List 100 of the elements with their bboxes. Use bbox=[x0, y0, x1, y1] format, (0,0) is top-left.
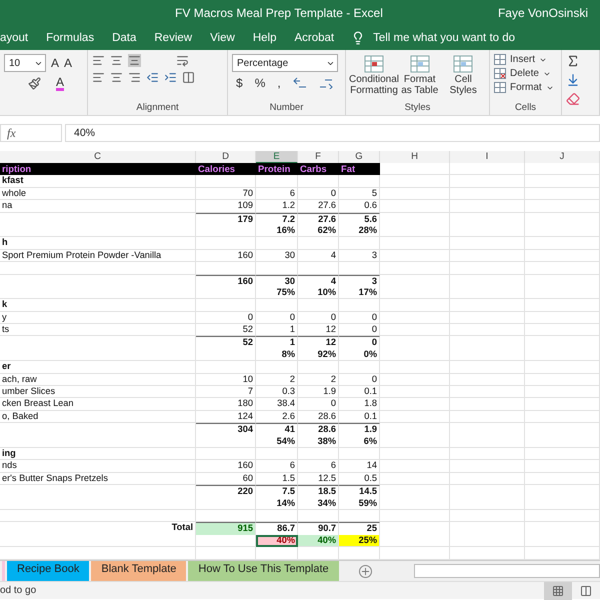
merge-cells-icon[interactable] bbox=[182, 71, 195, 84]
total-cell: 28.6 bbox=[298, 423, 339, 437]
number-format-button[interactable]: % bbox=[254, 76, 266, 90]
column-header-cell: ription bbox=[0, 163, 196, 176]
number-cell: 0 bbox=[298, 398, 339, 411]
cells-button[interactable]: Delete bbox=[494, 68, 557, 79]
menu-tab[interactable]: ayout bbox=[0, 32, 38, 44]
fill-color-icon[interactable] bbox=[28, 77, 41, 90]
total-cell: 220 bbox=[196, 485, 256, 499]
total-cell: 7.5 bbox=[256, 485, 298, 499]
number-cell: 3 bbox=[339, 250, 380, 262]
bottom-align-icon[interactable] bbox=[128, 54, 141, 67]
styles-button[interactable]: Cell Styles bbox=[442, 54, 485, 102]
number-cell: 0 bbox=[298, 312, 339, 324]
menu-tab[interactable]: Help bbox=[244, 32, 286, 44]
normal-view-button[interactable] bbox=[544, 582, 572, 600]
total-cell: 41 bbox=[256, 423, 298, 437]
menu-tab[interactable]: Review bbox=[145, 32, 202, 44]
table-icon bbox=[408, 54, 431, 74]
styles-button[interactable]: Format as Table bbox=[398, 54, 442, 102]
formula-input[interactable]: 40% bbox=[65, 124, 600, 142]
window-title: FV Macros Meal Prep Template - Excel bbox=[174, 6, 384, 20]
menu-tab[interactable]: View bbox=[201, 32, 244, 44]
sheet-tab[interactable]: Blank Template bbox=[91, 561, 186, 581]
number-cell: 2.6 bbox=[256, 410, 298, 424]
food-name-cell: o, Baked bbox=[0, 410, 196, 424]
number-format-button[interactable]: , bbox=[277, 76, 281, 90]
menu-tab[interactable]: Data bbox=[103, 32, 146, 44]
number-cell: 0 bbox=[256, 312, 298, 324]
percent-cell: 75% bbox=[256, 286, 298, 300]
food-name-cell: nds bbox=[0, 460, 196, 473]
number-cell: 5 bbox=[339, 188, 380, 200]
total-cell: 1 bbox=[256, 336, 298, 350]
percent-cell: 0% bbox=[339, 348, 380, 362]
column-letter[interactable]: E bbox=[256, 151, 298, 164]
total-cell: 18.5 bbox=[298, 485, 339, 499]
menu-tab[interactable]: Formulas bbox=[37, 32, 104, 44]
number-cell: 0.6 bbox=[339, 200, 380, 213]
cells-button[interactable]: Insert bbox=[494, 54, 557, 65]
percent-cell: 54% bbox=[256, 436, 298, 448]
number-cell: 38.4 bbox=[256, 398, 298, 411]
grand-percent-cell[interactable]: 25% bbox=[339, 534, 380, 548]
wrap-text-icon[interactable] bbox=[176, 54, 189, 67]
percent-cell: 14% bbox=[256, 498, 298, 510]
percent-cell: 16% bbox=[256, 224, 298, 238]
font-size-dropdown[interactable]: 10 bbox=[4, 54, 46, 72]
group-label: Alignment bbox=[135, 102, 180, 115]
food-name-cell: Sport Premium Protein Powder -Vanilla bbox=[0, 250, 196, 262]
number-format-dropdown[interactable]: Percentage bbox=[232, 54, 338, 72]
decrease-indent-icon[interactable] bbox=[146, 71, 159, 84]
styles-button[interactable]: Conditional Formatting bbox=[350, 54, 398, 102]
increase-indent-icon[interactable] bbox=[164, 71, 177, 84]
grid-icon bbox=[494, 82, 506, 93]
total-cell: 7.2 bbox=[256, 212, 298, 226]
number-cell: 1.8 bbox=[339, 398, 380, 411]
number-cell: 180 bbox=[196, 398, 256, 411]
grow-font-button[interactable]: A bbox=[51, 57, 60, 69]
food-name-cell: whole bbox=[0, 188, 196, 200]
top-align-icon[interactable] bbox=[92, 54, 105, 67]
number-cell: 109 bbox=[196, 200, 256, 213]
shrink-font-button[interactable]: A bbox=[64, 57, 72, 69]
eraser-icon[interactable] bbox=[566, 92, 580, 106]
autosum-icon[interactable] bbox=[566, 54, 580, 68]
number-format-button[interactable]: $ bbox=[236, 76, 243, 90]
menu-tab[interactable]: Acrobat bbox=[285, 32, 344, 44]
sheet-tab[interactable]: How To Use This Template bbox=[188, 561, 339, 581]
add-sheet-icon[interactable] bbox=[358, 564, 372, 578]
font-color-button[interactable]: A bbox=[56, 76, 64, 91]
number-cell: 52 bbox=[196, 324, 256, 336]
function-button[interactable]: fx bbox=[0, 124, 62, 142]
tell-me-search[interactable]: Tell me what you want to do bbox=[373, 32, 516, 44]
decrease-decimal-icon[interactable] bbox=[318, 77, 333, 89]
number-cell: 1.2 bbox=[256, 200, 298, 213]
align-center-icon[interactable] bbox=[110, 71, 123, 84]
align-left-icon[interactable] bbox=[92, 71, 105, 84]
number-cell: 0 bbox=[339, 324, 380, 336]
number-cell: 12.5 bbox=[298, 472, 339, 486]
increase-decimal-icon[interactable] bbox=[292, 77, 307, 89]
food-name-cell: y bbox=[0, 312, 196, 324]
grid-icon bbox=[552, 584, 564, 596]
cells-button[interactable]: Format bbox=[494, 82, 557, 93]
number-cell: 7 bbox=[196, 386, 256, 398]
horizontal-scrollbar[interactable] bbox=[414, 564, 600, 578]
number-cell: 14 bbox=[339, 460, 380, 473]
middle-align-icon[interactable] bbox=[110, 54, 123, 67]
sheet-tab[interactable]: Recipe Book bbox=[7, 561, 90, 581]
section-label: kfast bbox=[0, 175, 196, 188]
column-header-cell: Calories bbox=[196, 163, 256, 176]
align-right-icon[interactable] bbox=[128, 71, 141, 84]
number-cell: 6 bbox=[298, 460, 339, 473]
total-cell: 27.6 bbox=[298, 212, 339, 226]
column-header-cell: Protein bbox=[256, 163, 298, 176]
page-layout-icon bbox=[580, 584, 592, 596]
grand-percent-cell[interactable]: 40% bbox=[298, 534, 339, 548]
total-cell: 52 bbox=[196, 336, 256, 350]
food-name-cell: cken Breast Lean bbox=[0, 398, 196, 411]
grand-total-cell: 25 bbox=[339, 522, 380, 536]
fill-down-icon[interactable] bbox=[566, 73, 580, 87]
total-cell: 0 bbox=[339, 336, 380, 350]
number-cell: 1.5 bbox=[256, 472, 298, 486]
